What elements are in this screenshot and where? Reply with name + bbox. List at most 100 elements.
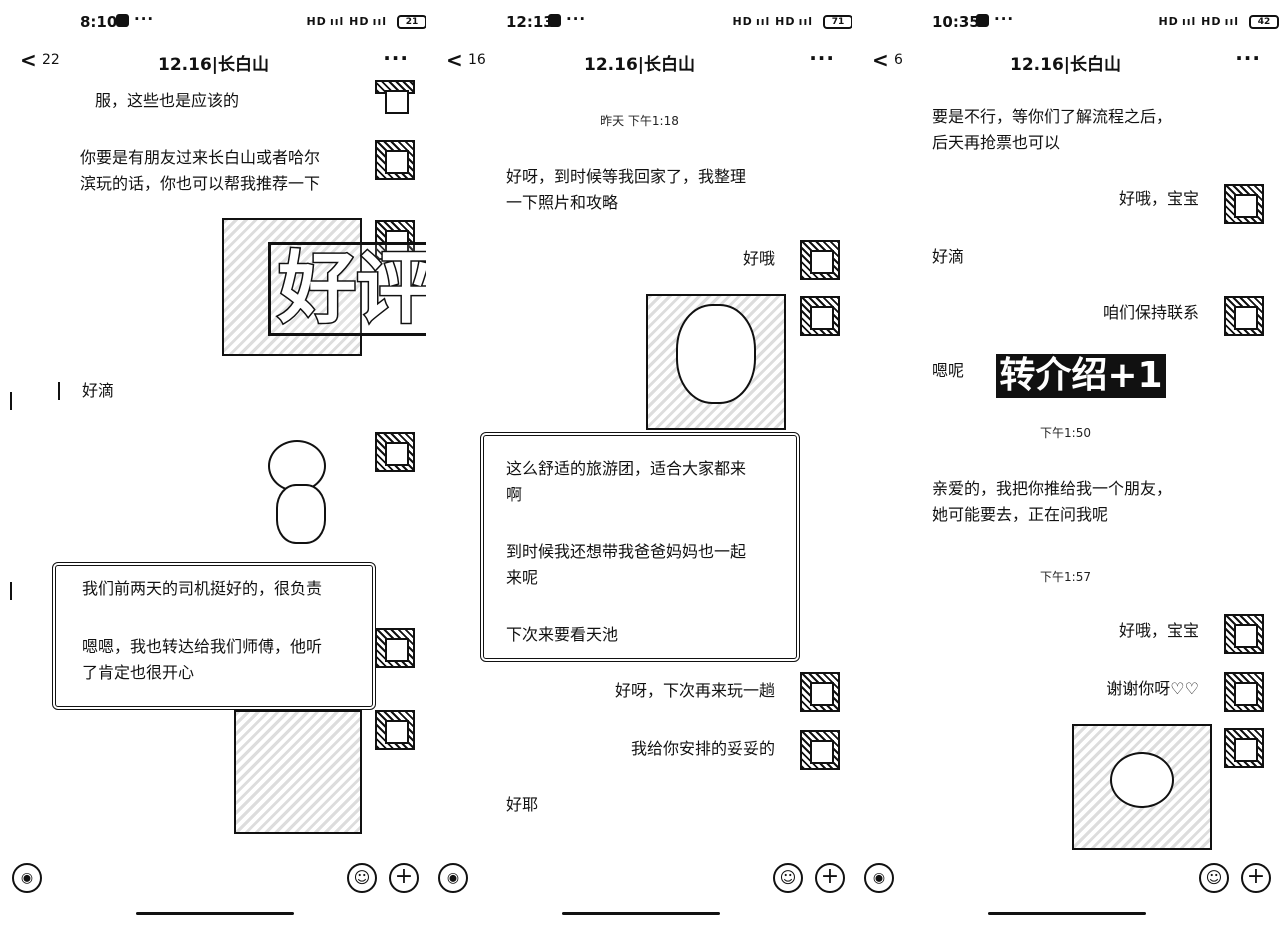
message-text: 好耶: [506, 795, 539, 814]
avatar[interactable]: [800, 296, 840, 336]
battery-icon: 42: [1249, 15, 1279, 29]
avatar[interactable]: [375, 628, 415, 668]
message-text: 好哦，宝宝: [1118, 189, 1199, 208]
avatar[interactable]: [1224, 728, 1264, 768]
message-text: 她可能要去，正在问我呢: [932, 505, 1109, 524]
avatar[interactable]: [1224, 184, 1264, 224]
home-indicator: [988, 912, 1146, 915]
chat-screen-3: 10:35 ··· HD ııl HD ııl 42 < 6 12.16|长白山…: [852, 0, 1279, 925]
plus-icon[interactable]: +: [1241, 863, 1271, 893]
photo-face: [676, 304, 756, 404]
message-text: 好哦: [742, 249, 775, 268]
message-text: 好呀，下次再来玩一趟: [614, 681, 775, 700]
message-text: 一下照片和攻略: [506, 193, 619, 212]
status-more-dots: ···: [134, 10, 155, 28]
status-more-dots: ···: [994, 10, 1015, 28]
message-text: 下次来要看天池: [506, 625, 619, 644]
plus-icon[interactable]: +: [389, 863, 419, 893]
avatar[interactable]: [800, 240, 840, 280]
message-text: 服，这些也是应该的: [95, 91, 240, 110]
voice-icon[interactable]: ◉: [864, 863, 894, 893]
message-text: 我给你安排的妥妥的: [630, 739, 775, 758]
sticker-body: [276, 484, 326, 544]
message-text: 咱们保持联系: [1102, 303, 1199, 322]
voice-icon[interactable]: ◉: [438, 863, 468, 893]
chat-title: 12.16|长白山: [158, 55, 269, 75]
message-text: 你要是有朋友过来长白山或者哈尔: [80, 148, 321, 167]
input-bar: ◉ ☺ +: [852, 855, 1279, 905]
message-text: 要是不行，等你们了解流程之后，: [932, 107, 1173, 126]
edge-mark: [10, 582, 12, 600]
chat-header: < 6 12.16|长白山 ···: [852, 44, 1279, 78]
status-bar: 12:13 ··· HD ııl HD ııl 71: [426, 0, 853, 44]
chat-screen-2: 12:13 ··· HD ııl HD ııl 71 < 16 12.16|长白…: [426, 0, 853, 925]
avatar[interactable]: [1224, 672, 1264, 712]
status-more-dots: ···: [566, 10, 587, 28]
message-text: 到时候我还想带我爸爸妈妈也一起: [506, 542, 747, 561]
voice-icon[interactable]: ◉: [12, 863, 42, 893]
timestamp: 下午1:50: [1040, 426, 1091, 440]
input-bar: ◉ ☺ +: [0, 855, 427, 905]
avatar[interactable]: [375, 140, 415, 180]
message-text: 嗯呢: [932, 361, 965, 380]
overlay-badge: 转介绍+1: [996, 354, 1166, 398]
sticker-message[interactable]: [262, 440, 342, 548]
chat-header: < 16 12.16|长白山 ···: [426, 44, 853, 78]
status-bar: 8:10 ··· HD ııl HD ııl 21: [0, 0, 427, 44]
avatar[interactable]: [375, 710, 415, 750]
message-text: 来呢: [506, 568, 539, 587]
message-list: 昨天 下午1:18 好呀，到时候等我回家了，我整理 一下照片和攻略 好哦 这么舒…: [426, 80, 853, 850]
signal-icon: HD ııl HD ııl: [306, 15, 387, 28]
message-text: 好滴: [932, 247, 965, 266]
signal-icon: HD ııl HD ııl: [1158, 15, 1239, 28]
overlay-badge: 好评+2: [268, 242, 427, 336]
battery-icon: 71: [823, 15, 853, 29]
notification-icon: [116, 14, 129, 27]
chat-header: < 22 12.16|长白山 ···: [0, 44, 427, 78]
message-text: 好哦，宝宝: [1118, 621, 1199, 640]
emoji-icon[interactable]: ☺: [1199, 863, 1229, 893]
more-icon[interactable]: ···: [809, 46, 835, 70]
photo-message[interactable]: [234, 710, 362, 834]
emoji-icon[interactable]: ☺: [347, 863, 377, 893]
status-time: 12:13: [506, 13, 554, 31]
timestamp: 下午1:57: [1040, 570, 1091, 584]
message-text: 好滴: [82, 381, 115, 400]
message-text: 亲爱的，我把你推给我一个朋友，: [932, 479, 1173, 498]
edge-mark: [10, 392, 12, 410]
message-text: 好呀，到时候等我回家了，我整理: [506, 167, 747, 186]
message-text: 滨玩的话，你也可以帮我推荐一下: [80, 174, 321, 193]
message-text: 后天再抢票也可以: [932, 133, 1061, 152]
emoji-icon[interactable]: ☺: [773, 863, 803, 893]
notification-icon: [548, 14, 561, 27]
chat-title: 12.16|长白山: [584, 55, 695, 75]
photo-face: [1110, 752, 1174, 808]
home-indicator: [562, 912, 720, 915]
message-list: 要是不行，等你们了解流程之后， 后天再抢票也可以 好哦，宝宝 好滴 咱们保持联系…: [852, 80, 1279, 850]
timestamp: 昨天 下午1:18: [600, 114, 679, 128]
message-text: 了肯定也很开心: [82, 663, 195, 682]
message-text: 嗯嗯，我也转达给我们师傅，他听: [82, 637, 323, 656]
more-icon[interactable]: ···: [383, 46, 409, 70]
status-time: 10:35: [932, 13, 980, 31]
input-bar: ◉ ☺ +: [426, 855, 853, 905]
avatar[interactable]: [800, 730, 840, 770]
chat-screen-1: 8:10 ··· HD ııl HD ııl 21 < 22 12.16|长白山…: [0, 0, 427, 925]
plus-icon[interactable]: +: [815, 863, 845, 893]
status-bar: 10:35 ··· HD ııl HD ııl 42: [852, 0, 1279, 44]
message-list: 服，这些也是应该的 你要是有朋友过来长白山或者哈尔 滨玩的话，你也可以帮我推荐一…: [0, 80, 427, 850]
edge-mark: [58, 382, 60, 400]
home-indicator: [136, 912, 294, 915]
more-icon[interactable]: ···: [1235, 46, 1261, 70]
message-text: 这么舒适的旅游团，适合大家都来: [506, 459, 747, 478]
message-text: 谢谢你呀♡♡: [1106, 679, 1199, 698]
message-text: 我们前两天的司机挺好的，很负责: [82, 579, 323, 598]
avatar[interactable]: [800, 672, 840, 712]
battery-icon: 21: [397, 15, 427, 29]
avatar[interactable]: [1224, 296, 1264, 336]
avatar[interactable]: [1224, 614, 1264, 654]
status-time: 8:10: [80, 13, 118, 31]
avatar[interactable]: [375, 432, 415, 472]
message-text: 啊: [506, 485, 523, 504]
avatar[interactable]: [375, 80, 415, 114]
